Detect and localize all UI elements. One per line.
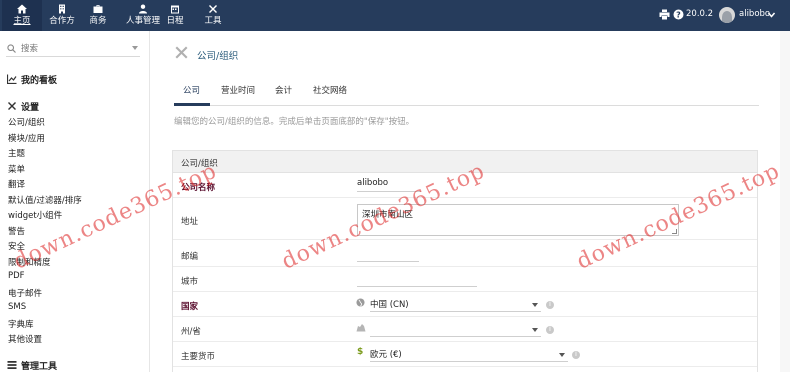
form-row-city: 城市 xyxy=(173,267,757,292)
sidebar-item-dictionaries[interactable]: 字典库 xyxy=(8,318,34,330)
search-box[interactable] xyxy=(6,41,140,57)
country-value: 中国 (CN) xyxy=(370,300,409,310)
active-tab-indicator xyxy=(174,103,210,106)
chevron-down-icon xyxy=(559,353,565,357)
tab-opening-hours[interactable]: 营业时间 xyxy=(221,84,255,96)
section-header: 公司/组织 xyxy=(173,151,757,173)
nav-partners[interactable]: 合作方 xyxy=(42,0,82,31)
nav-tools[interactable]: 工具 xyxy=(193,0,233,31)
version-label: 20.0.2 xyxy=(686,9,714,19)
address-label: 地址 xyxy=(181,217,199,227)
dollar-icon: $ xyxy=(357,347,364,357)
top-navigation-bar: 主页 合作方 商务 人事管理 日程 工具 ? 20.0.2 alibobo xyxy=(0,0,790,31)
tab-company[interactable]: 公司 xyxy=(183,84,200,96)
company-form: 公司/组织 公司名称 alibobo 地址 深圳市南山区 邮编 城市 国家 中国… xyxy=(172,150,758,372)
username[interactable]: alibobo xyxy=(739,9,770,19)
menu-dashboard-label: 我的看板 xyxy=(21,76,58,86)
info-icon[interactable] xyxy=(572,350,580,359)
globe-icon xyxy=(356,298,365,310)
menu-dashboard[interactable]: 我的看板 xyxy=(6,73,58,86)
country-select[interactable]: 中国 (CN) xyxy=(370,298,541,312)
sidebar-item-company[interactable]: 公司/组织 xyxy=(8,116,45,128)
tools-icon xyxy=(8,102,16,110)
form-row-state: 州/省 xyxy=(173,317,757,342)
city-label: 城市 xyxy=(181,277,199,287)
sidebar-item-menus[interactable]: 菜单 xyxy=(8,163,25,175)
country-label: 国家 xyxy=(181,302,199,312)
sidebar-item-theme[interactable]: 主题 xyxy=(8,147,25,159)
briefcase-icon xyxy=(78,4,118,16)
address-value: 深圳市南山区 xyxy=(362,210,414,220)
left-menu: 我的看板 设置 公司/组织 模块/应用 主题 菜单 翻译 默认值/过滤器/排序 … xyxy=(0,31,150,372)
tab-accounting[interactable]: 会计 xyxy=(275,84,292,96)
sidebar-item-other[interactable]: 其他设置 xyxy=(8,333,42,345)
chevron-down-icon xyxy=(532,328,538,332)
state-label: 州/省 xyxy=(181,327,201,337)
company-name-label: 公司名称 xyxy=(181,183,216,193)
sidebar-item-sms[interactable]: SMS xyxy=(8,302,26,312)
state-select[interactable] xyxy=(370,323,541,337)
menu-admin-tools[interactable]: 管理工具 xyxy=(7,359,57,372)
nav-home[interactable]: 主页 xyxy=(2,0,42,31)
chevron-down-icon xyxy=(532,303,538,307)
menu-settings-label: 设置 xyxy=(21,103,40,113)
sidebar-item-limits[interactable]: 限制和精度 xyxy=(8,256,51,268)
map-icon xyxy=(356,323,366,335)
tools-icon xyxy=(193,4,233,16)
scrollbar[interactable] xyxy=(780,31,790,372)
zip-label: 邮编 xyxy=(181,252,199,262)
building-icon xyxy=(42,4,82,16)
sidebar-item-modules[interactable]: 模块/应用 xyxy=(8,132,45,144)
help-icon[interactable]: ? xyxy=(673,9,684,23)
form-row-country: 国家 中国 (CN) xyxy=(173,292,757,317)
section-title: 公司/组织 xyxy=(181,159,218,169)
menu-admin-tools-label: 管理工具 xyxy=(21,362,58,372)
nav-agenda-label: 日程 xyxy=(166,16,184,26)
currency-label: 主要货币 xyxy=(181,352,216,362)
sidebar-item-security[interactable]: 安全 xyxy=(8,240,25,252)
list-icon xyxy=(7,361,17,369)
sidebar-item-alerts[interactable]: 警告 xyxy=(8,225,25,237)
city-field[interactable] xyxy=(357,273,477,287)
tools-icon xyxy=(174,45,189,63)
help-text: 编辑您的公司/组织的信息。完成后单击页面底部的"保存"按钮。 xyxy=(174,117,415,127)
address-field[interactable]: 深圳市南山区 xyxy=(357,204,679,236)
search-input[interactable] xyxy=(21,42,121,55)
zip-field[interactable] xyxy=(357,248,419,262)
info-icon[interactable] xyxy=(546,300,554,309)
nav-commerce[interactable]: 商务 xyxy=(78,0,118,31)
nav-commerce-label: 商务 xyxy=(89,16,107,26)
nav-tools-label: 工具 xyxy=(204,16,222,26)
sidebar-item-email[interactable]: 电子邮件 xyxy=(8,287,42,299)
sidebar-item-translation[interactable]: 翻译 xyxy=(8,178,25,190)
form-row-address: 地址 深圳市南山区 xyxy=(173,198,757,240)
nav-partners-label: 合作方 xyxy=(49,16,75,26)
chart-icon xyxy=(6,74,17,85)
sidebar-item-pdf[interactable]: PDF xyxy=(8,271,25,281)
resize-handle[interactable] xyxy=(672,229,677,234)
page-title: 公司/组织 xyxy=(197,51,239,62)
chevron-down-icon[interactable] xyxy=(767,11,776,21)
currency-select[interactable]: 欧元 (€) xyxy=(370,348,568,362)
form-row-zip: 邮编 xyxy=(173,240,757,267)
nav-agenda[interactable]: 日程 xyxy=(155,0,195,31)
menu-settings[interactable]: 设置 xyxy=(7,100,39,113)
tab-bar: 公司 营业时间 会计 社交网络 xyxy=(174,75,759,106)
tab-social-networks[interactable]: 社交网络 xyxy=(313,84,347,96)
nav-home-label: 主页 xyxy=(13,16,31,26)
form-row-company-name: 公司名称 alibobo xyxy=(173,174,757,198)
company-name-field[interactable]: alibobo xyxy=(357,178,421,192)
avatar[interactable] xyxy=(719,7,735,23)
chevron-down-icon[interactable] xyxy=(132,46,138,50)
search-icon xyxy=(7,44,16,53)
form-row-currency: 主要货币 $ 欧元 (€) xyxy=(173,342,757,367)
print-icon[interactable] xyxy=(659,9,670,23)
sidebar-item-widgets[interactable]: widget小组件 xyxy=(8,209,62,221)
svg-text:?: ? xyxy=(676,11,681,20)
currency-value: 欧元 (€) xyxy=(370,350,402,360)
calendar-icon xyxy=(155,4,195,16)
info-icon[interactable] xyxy=(546,325,554,334)
home-icon xyxy=(2,4,42,16)
sidebar-item-defaults[interactable]: 默认值/过滤器/排序 xyxy=(8,194,82,206)
